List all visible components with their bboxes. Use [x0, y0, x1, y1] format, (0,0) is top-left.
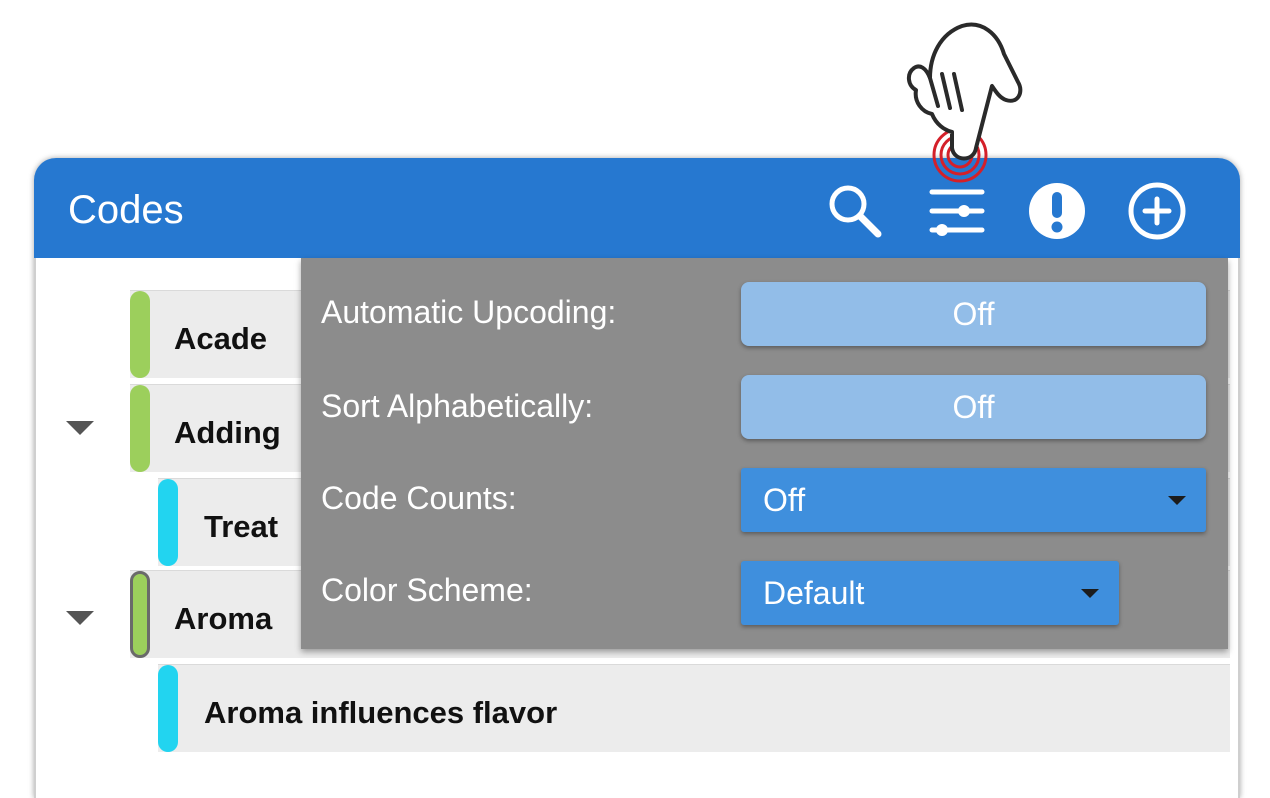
code-label: Adding: [174, 415, 281, 450]
code-label: Aroma influences flavor: [204, 695, 558, 730]
sort-alphabetically-toggle[interactable]: Off: [741, 375, 1206, 439]
code-color-bar: [130, 385, 150, 472]
sort-alphabetically-label: Sort Alphabetically:: [321, 388, 594, 424]
chevron-down-icon: [1168, 496, 1186, 505]
filter-sliders-icon[interactable]: [926, 180, 988, 242]
automatic-upcoding-label: Automatic Upcoding:: [321, 294, 617, 330]
automatic-upcoding-toggle[interactable]: Off: [741, 282, 1206, 346]
code-color-bar: [130, 571, 150, 658]
code-label: Aroma: [174, 601, 273, 636]
panel-title: Codes: [68, 188, 184, 232]
code-row[interactable]: Aroma influences flavor: [158, 664, 1230, 752]
code-counts-select[interactable]: Off: [741, 468, 1206, 532]
code-color-bar: [130, 291, 150, 378]
code-label: Treat: [204, 509, 279, 544]
code-color-bar: [158, 665, 178, 752]
code-label: Acade: [174, 321, 268, 356]
tap-pointer-icon: [907, 22, 1023, 183]
add-circle-icon[interactable]: [1126, 180, 1188, 242]
expand-caret-icon[interactable]: [66, 611, 94, 625]
expand-caret-icon[interactable]: [66, 421, 94, 435]
color-scheme-value: Default: [763, 575, 865, 611]
color-scheme-select[interactable]: Default: [741, 561, 1119, 625]
code-counts-label: Code Counts:: [321, 480, 517, 516]
chevron-down-icon: [1081, 589, 1099, 598]
settings-menu: Automatic Upcoding: Off Sort Alphabetica…: [301, 258, 1228, 649]
color-scheme-label: Color Scheme:: [321, 572, 533, 608]
alert-icon[interactable]: [1026, 180, 1088, 242]
search-icon[interactable]: [824, 180, 886, 242]
code-counts-value: Off: [763, 482, 806, 518]
panel-header: Codes: [34, 158, 1240, 258]
code-color-bar: [158, 479, 178, 566]
